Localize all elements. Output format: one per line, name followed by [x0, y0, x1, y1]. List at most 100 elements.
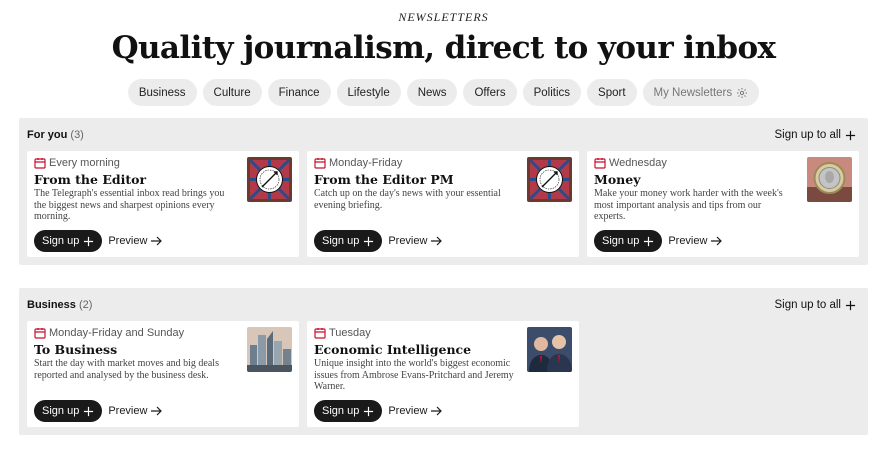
city-skyline-image [247, 327, 292, 372]
section-title: Business (2) [27, 299, 92, 311]
plus-icon [845, 300, 856, 310]
authors-portrait-image [527, 327, 572, 372]
plus-icon [845, 130, 856, 140]
plus-icon [364, 236, 374, 246]
section-title-text: Business [27, 299, 76, 311]
card-frequency-text: Monday-Friday and Sunday [49, 327, 185, 339]
calendar-icon [314, 158, 326, 169]
gear-icon [737, 87, 748, 98]
filter-label: Culture [213, 86, 251, 99]
sign-up-to-all-button[interactable]: Sign up to all [775, 299, 857, 311]
sign-up-label: Sign up [602, 235, 640, 247]
newsletter-card-from-the-editor: Every morning From the Editor The Telegr… [27, 151, 299, 257]
card-frequency: Wednesday [594, 157, 667, 169]
card-frequency: Monday-Friday [314, 157, 402, 169]
filter-label: Politics [533, 86, 571, 99]
section-count: (3) [70, 129, 84, 141]
sign-up-label: Sign up [322, 405, 360, 417]
section-title: For you (3) [27, 129, 84, 141]
card-actions: Sign up Preview [314, 230, 443, 252]
arrow-right-icon [151, 236, 163, 246]
plus-icon [84, 406, 94, 416]
sign-up-label: Sign up [42, 235, 80, 247]
filter-label: Finance [278, 86, 320, 99]
card-title: Economic Intelligence [314, 342, 472, 357]
filter-my-newsletters[interactable]: My Newsletters [642, 79, 760, 106]
newsletter-card-economic-intelligence: Tuesday Economic Intelligence Unique ins… [307, 321, 579, 427]
card-title: Money [594, 172, 641, 187]
filter-offers[interactable]: Offers [463, 79, 517, 106]
filter-label: Sport [598, 86, 626, 99]
card-title: From the Editor PM [314, 172, 454, 187]
filter-finance[interactable]: Finance [267, 79, 331, 106]
filter-label: News [417, 86, 447, 99]
newsletter-card-from-the-editor-pm: Monday-Friday From the Editor PM Catch u… [307, 151, 579, 257]
preview-link[interactable]: Preview [668, 235, 723, 247]
calendar-icon [34, 158, 46, 169]
filter-politics[interactable]: Politics [522, 79, 582, 106]
card-description: Catch up on the day's news with your ess… [314, 188, 501, 211]
newsletter-card-money: Wednesday Money Make your money work har… [587, 151, 859, 257]
filter-lifestyle[interactable]: Lifestyle [336, 79, 401, 106]
preview-link[interactable]: Preview [388, 235, 443, 247]
plus-icon [364, 406, 374, 416]
sign-up-button[interactable]: Sign up [34, 400, 103, 422]
page-title: Quality journalism, direct to your inbox [111, 30, 776, 66]
card-frequency-text: Monday-Friday [329, 157, 403, 169]
preview-label: Preview [108, 235, 148, 247]
filter-news[interactable]: News [406, 79, 458, 106]
editor-badge-image [527, 157, 572, 202]
sign-up-label: Sign up [322, 235, 360, 247]
sign-up-label: Sign up [42, 405, 80, 417]
card-description: Start the day with market moves and big … [34, 358, 219, 381]
card-frequency-text: Every morning [49, 157, 120, 169]
sign-up-button[interactable]: Sign up [314, 400, 383, 422]
editor-badge-image [247, 157, 292, 202]
calendar-icon [34, 328, 46, 339]
card-title: From the Editor [34, 172, 147, 187]
card-frequency-text: Tuesday [329, 327, 371, 339]
preview-link[interactable]: Preview [388, 405, 443, 417]
page-kicker: NEWSLETTERS [398, 10, 489, 24]
card-title: To Business [34, 342, 118, 357]
section-count: (2) [78, 299, 93, 311]
sign-up-button[interactable]: Sign up [594, 230, 663, 252]
card-frequency: Monday-Friday and Sunday [34, 327, 184, 339]
card-actions: Sign up Preview [34, 230, 163, 252]
filter-business[interactable]: Business [127, 79, 197, 106]
sign-up-to-all-label: Sign up to all [774, 299, 842, 311]
filter-label: Offers [474, 86, 506, 99]
card-actions: Sign up Preview [314, 400, 443, 422]
arrow-right-icon [151, 406, 163, 416]
sign-up-to-all-label: Sign up to all [774, 129, 842, 141]
card-description: Make your money work harder with the wee… [594, 188, 783, 222]
card-frequency: Every morning [34, 157, 120, 169]
preview-label: Preview [388, 405, 428, 417]
section-title-text: For you [27, 129, 68, 141]
card-description: Unique insight into the world's biggest … [314, 358, 514, 392]
filter-culture[interactable]: Culture [202, 79, 262, 106]
card-actions: Sign up Preview [594, 230, 723, 252]
filter-bar: Business Culture Finance Lifestyle News … [0, 79, 887, 106]
preview-label: Preview [388, 235, 428, 247]
section-header: Business (2) Sign up to all [27, 297, 856, 313]
sign-up-to-all-button[interactable]: Sign up to all [775, 129, 857, 141]
filter-label: My Newsletters [653, 86, 733, 99]
filter-label: Lifestyle [347, 86, 390, 99]
arrow-right-icon [431, 406, 443, 416]
arrow-right-icon [711, 236, 723, 246]
newsletter-card-to-business: Monday-Friday and Sunday To Business Sta… [27, 321, 299, 427]
preview-link[interactable]: Preview [108, 235, 163, 247]
preview-link[interactable]: Preview [108, 405, 163, 417]
sign-up-button[interactable]: Sign up [314, 230, 383, 252]
sign-up-button[interactable]: Sign up [34, 230, 103, 252]
card-description: The Telegraph's essential inbox read bri… [34, 188, 225, 222]
card-actions: Sign up Preview [34, 400, 163, 422]
filter-label: Business [138, 86, 186, 99]
calendar-icon [594, 158, 606, 169]
plus-icon [84, 236, 94, 246]
pound-coin-image [807, 157, 852, 202]
preview-label: Preview [108, 405, 148, 417]
arrow-right-icon [431, 236, 443, 246]
filter-sport[interactable]: Sport [587, 79, 637, 106]
